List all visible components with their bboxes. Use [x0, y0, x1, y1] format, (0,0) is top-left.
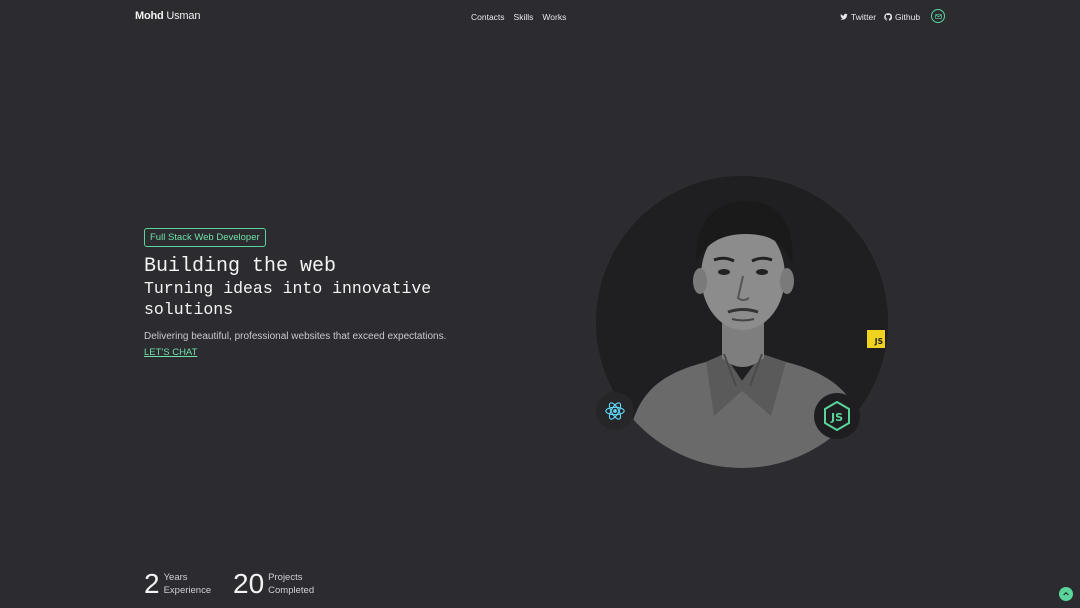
twitter-label: Twitter [851, 12, 877, 22]
stat-projects-number: 20 [233, 568, 265, 599]
stat-projects-line1: Projects [268, 572, 303, 583]
github-icon [884, 13, 893, 21]
stat-experience-number: 2 [144, 568, 160, 599]
nav-contacts[interactable]: Contacts [471, 12, 505, 22]
svg-text:JS: JS [830, 411, 843, 424]
scroll-to-top-button[interactable] [1059, 587, 1073, 601]
stat-experience-line2: Experience [163, 585, 212, 596]
brand-logo[interactable]: Mohd Usman [135, 10, 200, 22]
stat-experience-line1: Years [163, 572, 188, 583]
role-badge: Full Stack Web Developer [144, 228, 266, 247]
hero-title: Building the web [144, 255, 337, 278]
stat-projects: 20 Projects Completed [233, 568, 314, 600]
brand-first-name: Mohd [135, 10, 164, 22]
twitter-link[interactable]: Twitter [840, 12, 876, 22]
hero-subtitle: Turning ideas into innovative solutions [144, 279, 432, 319]
stat-experience: 2 Years Experience [144, 568, 211, 600]
mail-icon [934, 13, 942, 19]
github-link[interactable]: Github [884, 12, 920, 22]
site-header: Mohd Usman Contacts Skills Works Twitter… [0, 0, 1080, 34]
react-icon [605, 402, 625, 420]
nodejs-badge: JS [814, 393, 860, 439]
twitter-icon [840, 13, 848, 20]
chevron-up-icon [1063, 591, 1069, 596]
nav-works[interactable]: Works [542, 12, 566, 22]
javascript-badge: JS [867, 330, 885, 348]
lets-chat-link[interactable]: LET'S CHAT [144, 347, 197, 358]
nodejs-icon: JS [824, 401, 850, 431]
github-label: Github [895, 12, 921, 22]
mail-button[interactable] [931, 9, 945, 23]
hero-description: Delivering beautiful, professional websi… [144, 331, 447, 342]
social-links: Twitter Github [840, 12, 920, 22]
react-badge [596, 392, 634, 430]
brand-last-name: Usman [166, 10, 201, 22]
nav-skills[interactable]: Skills [514, 12, 534, 22]
main-nav: Contacts Skills Works [471, 12, 566, 22]
stat-projects-line2: Completed [268, 585, 315, 596]
